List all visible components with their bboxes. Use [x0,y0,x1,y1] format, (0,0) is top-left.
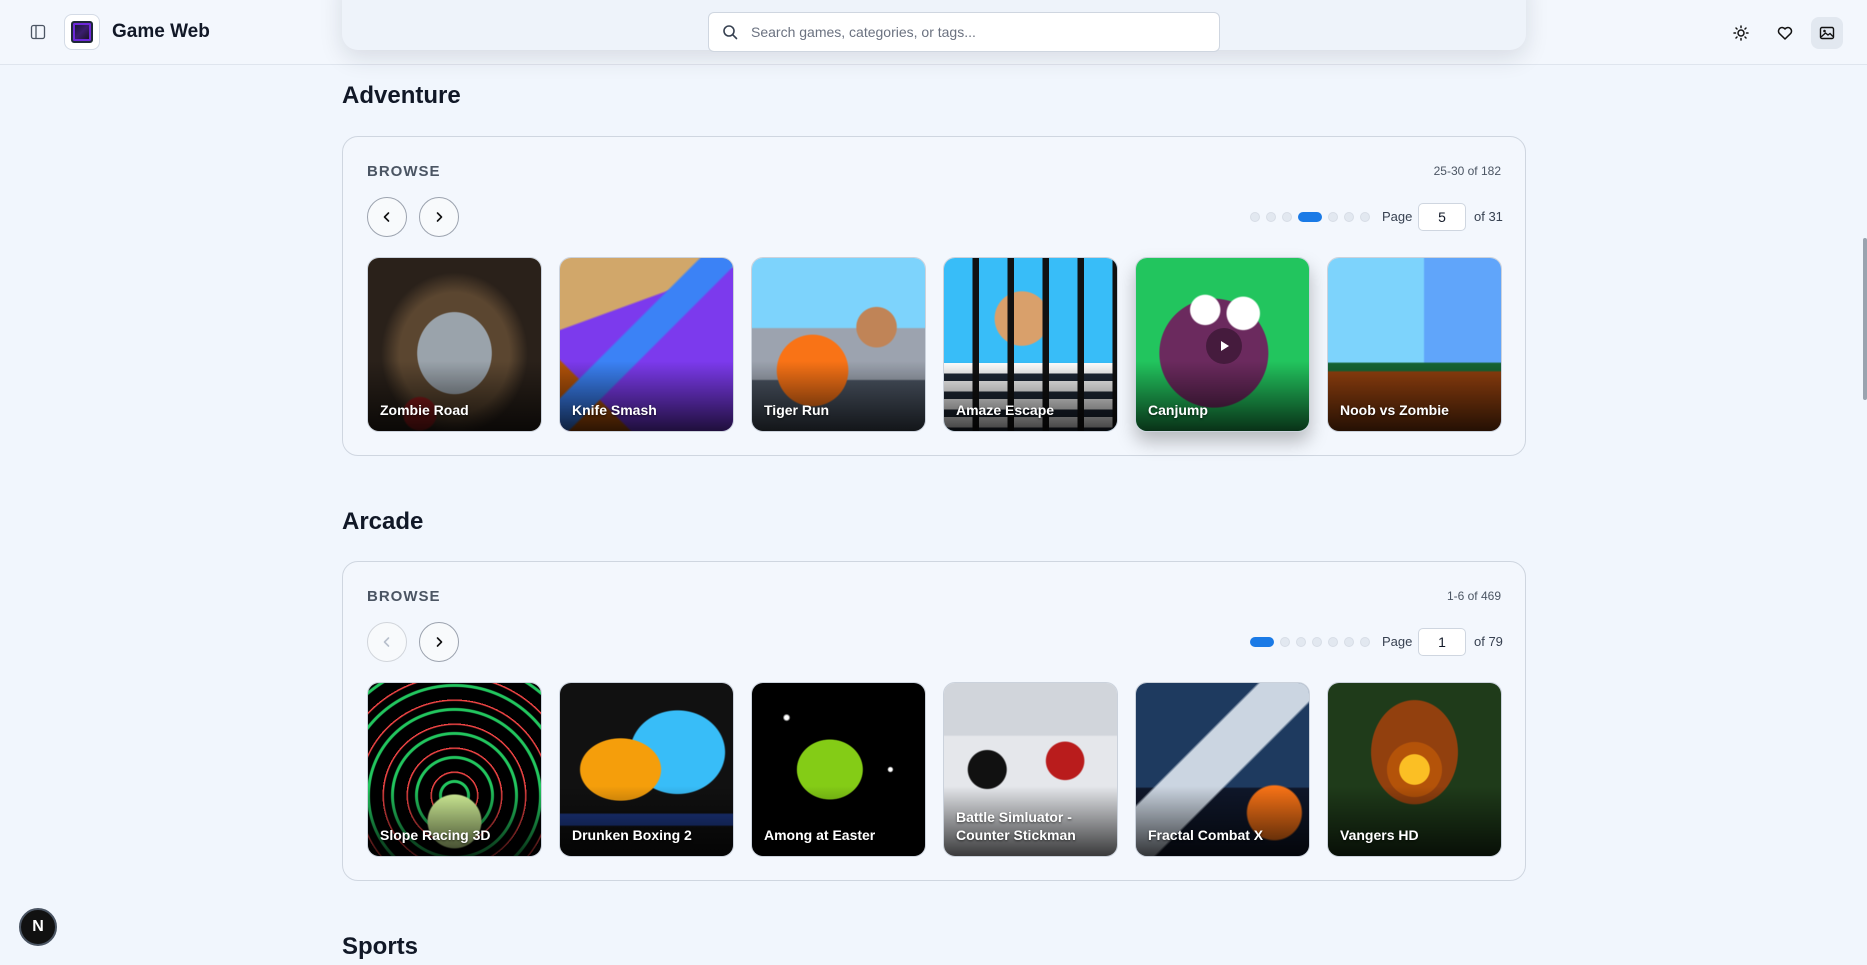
game-title: Drunken Boxing 2 [572,827,692,843]
browse-label: BROWSE [367,588,441,605]
top-header: Game Web [0,0,1867,65]
sidebar-toggle-icon [30,24,46,40]
page-total: of 31 [1474,209,1503,224]
next-page-button[interactable] [419,197,459,237]
game-title: Tiger Run [764,402,830,418]
page-dot-active[interactable] [1298,212,1322,222]
chevron-right-icon [436,212,443,222]
sidebar-toggle-button[interactable] [28,22,48,42]
chevron-right-icon [436,637,443,647]
image-view-button[interactable] [1811,17,1843,49]
chevron-left-icon [383,637,390,647]
page-dot[interactable] [1266,212,1276,222]
results-range: 25-30 of 182 [1433,164,1501,178]
search-bar[interactable] [708,12,1220,52]
browse-label: BROWSE [367,163,441,180]
page-total: of 79 [1474,634,1503,649]
page-dot[interactable] [1360,637,1370,647]
game-title: Canjump [1148,402,1208,418]
theme-toggle-button[interactable] [1725,17,1757,49]
game-card[interactable]: Among at Easter [751,682,926,857]
page-dot[interactable] [1250,212,1260,222]
page-number-input[interactable] [1418,203,1466,231]
page-label: Page [1382,634,1413,649]
play-icon[interactable] [1206,328,1242,364]
game-card-hovered[interactable]: Canjump [1135,257,1310,432]
game-title: Knife Smash [572,402,657,418]
image-icon [1819,26,1835,40]
chevron-left-icon [383,212,390,222]
game-card[interactable]: Vangers HD [1327,682,1502,857]
section-title-adventure: Adventure [342,82,461,109]
game-title: Among at Easter [764,827,876,843]
page-dot-active[interactable] [1250,637,1274,647]
adventure-panel: BROWSE 25-30 of 182 Page of 31 Zombie Ro… [342,136,1526,456]
game-card[interactable]: Knife Smash [559,257,734,432]
app-title: Game Web [112,21,210,42]
heart-icon [1777,26,1793,40]
page-dot[interactable] [1328,637,1338,647]
game-card[interactable]: Noob vs Zombie [1327,257,1502,432]
game-title: Zombie Road [380,402,469,418]
search-icon [721,23,739,41]
search-input[interactable] [751,24,1211,40]
page-number-input[interactable] [1418,628,1466,656]
prev-page-button[interactable] [367,197,407,237]
game-card[interactable]: Tiger Run [751,257,926,432]
page-dot[interactable] [1328,212,1338,222]
game-card[interactable]: Drunken Boxing 2 [559,682,734,857]
page-dot[interactable] [1296,637,1306,647]
next-page-button[interactable] [419,622,459,662]
page-label: Page [1382,209,1413,224]
arcade-panel: BROWSE 1-6 of 469 Page of 79 Slope Racin… [342,561,1526,881]
game-card[interactable]: Fractal Combat X [1135,682,1310,857]
favorites-button[interactable] [1769,17,1801,49]
game-cards: Slope Racing 3D Drunken Boxing 2 Among a… [367,682,1502,857]
game-title: Vangers HD [1340,827,1419,843]
game-card[interactable]: Zombie Road [367,257,542,432]
page-dots [1250,212,1370,222]
game-title: Slope Racing 3D [380,827,491,843]
page-scrollbar[interactable] [1863,238,1867,400]
game-title: Battle Simluator - Counter Stickman [956,809,1076,843]
app-logo[interactable] [64,14,100,50]
page-dot[interactable] [1344,637,1354,647]
game-card[interactable]: Battle Simluator - Counter Stickman [943,682,1118,857]
game-card[interactable]: Slope Racing 3D [367,682,542,857]
page-dot[interactable] [1282,212,1292,222]
section-title-arcade: Arcade [342,508,424,535]
game-cards: Zombie Road Knife Smash Tiger Run Amaze … [367,257,1502,432]
results-range: 1-6 of 469 [1446,589,1501,603]
game-title: Amaze Escape [956,402,1055,418]
page-dot[interactable] [1344,212,1354,222]
page-dot[interactable] [1360,212,1370,222]
page-dot[interactable] [1280,637,1290,647]
floating-action-button[interactable]: N [19,908,57,946]
page-dot[interactable] [1312,637,1322,647]
game-card[interactable]: Amaze Escape [943,257,1118,432]
game-title: Noob vs Zombie [1340,402,1449,418]
section-title-sports: Sports [342,933,419,960]
prev-page-button[interactable] [367,622,407,662]
game-title: Fractal Combat X [1148,827,1264,843]
sun-icon [1733,25,1749,41]
page-dots [1250,637,1370,647]
